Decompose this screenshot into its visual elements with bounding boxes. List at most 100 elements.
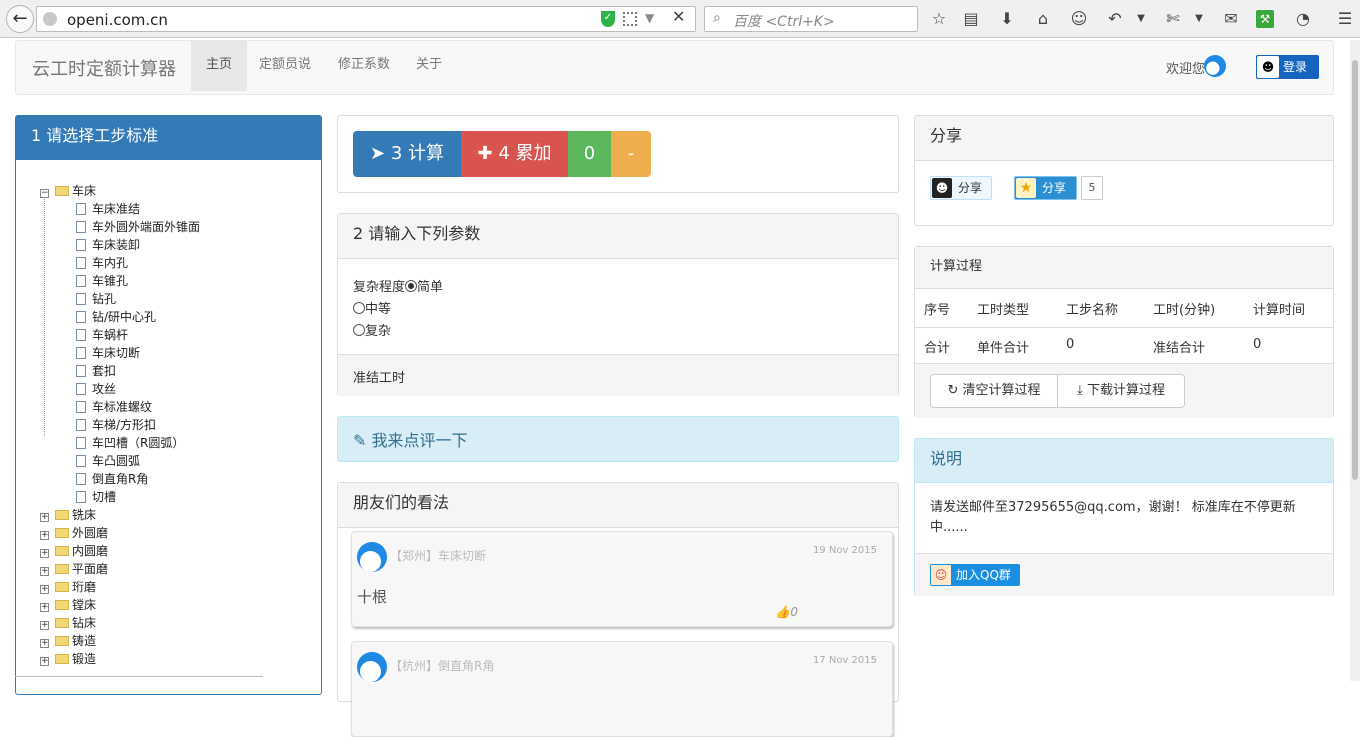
home-icon[interactable]: ⌂ xyxy=(1032,8,1054,30)
option-simple-label[interactable]: 简单 xyxy=(417,280,443,295)
tree-leaf-item[interactable]: 钻/研中心孔 xyxy=(40,308,200,326)
tree-leaf-label[interactable]: 车内孔 xyxy=(92,256,128,270)
expand-icon[interactable]: + xyxy=(40,657,49,666)
crop-icon[interactable]: ✄ xyxy=(1162,8,1184,30)
tree-leaf-item[interactable]: 套扣 xyxy=(40,362,200,380)
expand-icon[interactable]: + xyxy=(40,585,49,594)
option-medium-label[interactable]: 中等 xyxy=(365,302,391,317)
expand-icon[interactable]: + xyxy=(40,567,49,576)
tree-node-label[interactable]: 镗床 xyxy=(72,598,96,612)
tree-node[interactable]: + 镗床 xyxy=(40,596,200,614)
tree-leaf-label[interactable]: 车梯/方形扣 xyxy=(92,418,156,432)
qq-share-button[interactable]: ☻ 分享 xyxy=(930,176,992,200)
search-input[interactable]: ⌕ 百度 <Ctrl+K> xyxy=(704,6,918,32)
accumulate-button[interactable]: ✚ 4 累加 xyxy=(461,131,568,177)
tree-leaf-label[interactable]: 切槽 xyxy=(92,490,116,504)
tree-node-label[interactable]: 铸造 xyxy=(72,634,96,648)
undo-icon[interactable]: ↶ xyxy=(1104,8,1126,30)
tree-node-label[interactable]: 锻造 xyxy=(72,652,96,666)
dropdown-icon[interactable]: ▼ xyxy=(645,11,654,25)
tree-node-label[interactable]: 外圆磨 xyxy=(72,526,108,540)
green-extension-icon[interactable]: ⚒ xyxy=(1256,10,1274,28)
tree-leaf-label[interactable]: 钻/研中心孔 xyxy=(92,310,156,324)
tree-node[interactable]: + 平面磨 xyxy=(40,560,200,578)
login-button[interactable]: ☻ 登录 xyxy=(1256,55,1319,79)
tree-leaf-item[interactable]: 车梯/方形扣 xyxy=(40,416,200,434)
tree-node[interactable]: + 锻造 xyxy=(40,650,200,668)
tree-node-label[interactable]: 钻床 xyxy=(72,616,96,630)
review-panel[interactable]: ✎ 我来点评一下 xyxy=(337,416,899,462)
shield-icon[interactable]: ✓ xyxy=(601,11,615,27)
tree-node-label[interactable]: 铣床 xyxy=(72,508,96,522)
expand-icon[interactable]: + xyxy=(40,621,49,630)
tree-leaf-item[interactable]: 倒直角R角 xyxy=(40,470,200,488)
radio-medium[interactable] xyxy=(353,302,365,314)
tree-leaf-item[interactable]: 切槽 xyxy=(40,488,200,506)
minus-button[interactable]: - xyxy=(611,131,651,177)
review-label[interactable]: 我来点评一下 xyxy=(372,431,468,450)
radio-complex[interactable] xyxy=(353,324,365,336)
expand-icon[interactable]: + xyxy=(40,603,49,612)
horizontal-scrollbar[interactable] xyxy=(15,676,263,677)
tree-leaf-label[interactable]: 车凸圆弧 xyxy=(92,454,140,468)
tree-leaf-label[interactable]: 车床切断 xyxy=(92,346,140,360)
tree-node[interactable]: + 铣床 xyxy=(40,506,200,524)
scrollbar-thumb[interactable] xyxy=(1352,60,1358,480)
expand-icon[interactable]: + xyxy=(40,531,49,540)
expand-icon[interactable]: + xyxy=(40,549,49,558)
smiley-icon[interactable]: ☺ xyxy=(1068,8,1090,30)
tree-node-label[interactable]: 平面磨 xyxy=(72,562,108,576)
calculate-button[interactable]: ➤ 3 计算 xyxy=(353,131,461,177)
tree-node[interactable]: + 钻床 xyxy=(40,614,200,632)
tree-leaf-label[interactable]: 车外圆外端面外锥面 xyxy=(92,220,200,234)
tree-leaf-label[interactable]: 车床准结 xyxy=(92,202,140,216)
tree-leaf-label[interactable]: 钻孔 xyxy=(92,292,116,306)
crop-dropdown-icon[interactable]: ▼ xyxy=(1188,8,1210,30)
tree-leaf-item[interactable]: 车凸圆弧 xyxy=(40,452,200,470)
url-text[interactable]: openi.com.cn xyxy=(67,11,168,29)
qr-code-icon[interactable] xyxy=(623,12,637,26)
download-icon[interactable]: ⬇ xyxy=(996,8,1018,30)
tree-leaf-label[interactable]: 倒直角R角 xyxy=(92,472,148,486)
nav-home[interactable]: 主页 xyxy=(191,41,248,91)
tree-leaf-label[interactable]: 套扣 xyxy=(92,364,116,378)
star-share-button[interactable]: ★ 分享 xyxy=(1014,176,1077,200)
expand-icon[interactable]: + xyxy=(40,513,49,522)
tree-leaf-item[interactable]: 攻丝 xyxy=(40,380,200,398)
tree-node-label[interactable]: 珩磨 xyxy=(72,580,96,594)
close-icon[interactable]: ✕ xyxy=(672,7,685,26)
tree-leaf-label[interactable]: 攻丝 xyxy=(92,382,116,396)
tree-node[interactable]: + 珩磨 xyxy=(40,578,200,596)
collapse-icon[interactable]: − xyxy=(40,189,49,198)
tree-leaf-item[interactable]: 车内孔 xyxy=(40,254,200,272)
tree-node[interactable]: + 铸造 xyxy=(40,632,200,650)
like-button[interactable]: 👍0 xyxy=(775,605,798,619)
tree-leaf-item[interactable]: 车床切断 xyxy=(40,344,200,362)
tree-leaf-label[interactable]: 车凹槽（R圆弧） xyxy=(92,436,184,450)
tree-leaf-item[interactable]: 车凹槽（R圆弧） xyxy=(40,434,200,452)
clear-process-button[interactable]: ↻ 清空计算过程 xyxy=(930,374,1058,408)
tree-leaf-item[interactable]: 车锥孔 xyxy=(40,272,200,290)
expand-icon[interactable]: + xyxy=(40,639,49,648)
count-button[interactable]: 0 xyxy=(568,131,611,177)
vertical-scrollbar[interactable] xyxy=(1350,40,1360,681)
address-bar[interactable]: openi.com.cn ✓ ▼ xyxy=(36,6,696,32)
nav-quota-staff[interactable]: 定额员说 xyxy=(259,41,311,91)
tree-leaf-item[interactable]: 钻孔 xyxy=(40,290,200,308)
tree-leaf-item[interactable]: 车外圆外端面外锥面 xyxy=(40,218,200,236)
nav-about[interactable]: 关于 xyxy=(416,41,442,91)
tree-node-lathe[interactable]: − 车床 xyxy=(40,182,200,200)
option-complex-label[interactable]: 复杂 xyxy=(365,324,391,339)
menu-icon[interactable]: ☰ xyxy=(1334,8,1356,30)
star-icon[interactable]: ☆ xyxy=(928,8,950,30)
undo-dropdown-icon[interactable]: ▼ xyxy=(1130,8,1152,30)
tree-leaf-item[interactable]: 车蜗杆 xyxy=(40,326,200,344)
brand-title[interactable]: 云工时定额计算器 xyxy=(32,55,176,81)
join-qq-group-button[interactable]: ☺ 加入QQ群 xyxy=(930,564,1020,586)
tree-leaf-item[interactable]: 车床准结 xyxy=(40,200,200,218)
back-button[interactable]: ← xyxy=(6,5,34,33)
tree-node-label[interactable]: 车床 xyxy=(72,184,96,198)
nav-correction-factor[interactable]: 修正系数 xyxy=(338,41,390,91)
radio-simple[interactable] xyxy=(405,280,418,292)
tree-node-label[interactable]: 内圆磨 xyxy=(72,544,108,558)
